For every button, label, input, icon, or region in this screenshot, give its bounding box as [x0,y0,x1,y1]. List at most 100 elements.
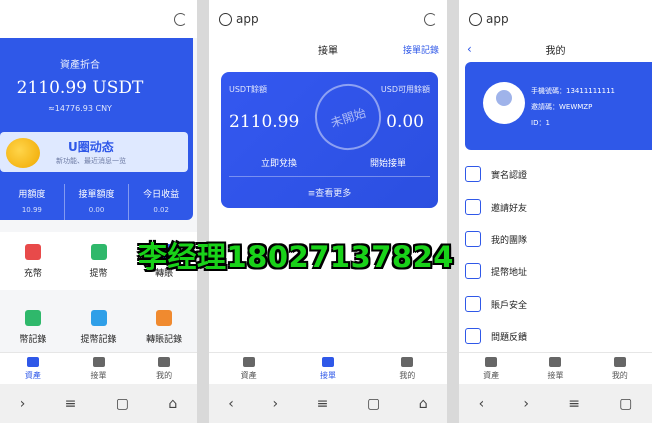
menu-item-invite[interactable]: 邀請好友 [459,194,652,220]
tab-orders[interactable]: 接單 [523,353,587,385]
user-id: ID：1 [531,119,550,127]
start-order-button[interactable]: 開始接單 [370,156,406,169]
tab-assets[interactable]: 資產 [209,353,288,385]
home-icon[interactable]: ⌂ [419,396,428,412]
order-screen: app 接單 接單記錄 USDT餘額 USD可用餘額 未開始 2110.99 0… [209,0,447,423]
id-card-icon [465,166,481,182]
orders-icon [92,357,105,367]
assets-screen: app 資產折合 2110.99 USDT ≈14776.93 CNY U圈动态… [0,0,197,423]
tab-bar: 資產 接單 我的 [0,352,197,385]
assets-value: 2110.99 USDT [16,78,144,98]
assets-title: 資產折合 [60,60,100,71]
tab-bar: 資產 接單 我的 [459,352,652,385]
layers-icon [242,357,255,367]
team-icon [465,231,481,247]
deposit-record-button[interactable]: 幣記錄 [0,302,66,352]
reload-icon[interactable] [174,12,187,26]
forward-icon[interactable]: › [523,396,529,412]
banner-subtitle: 新功能、最近消息一览 [56,157,126,165]
view-more-link[interactable]: ≡查看更多 [221,186,438,199]
profile-screen: app ‹ 我的 手機號碼：13411111111 邀請碼：WEWMZP ID：… [459,0,652,423]
avatar[interactable] [483,82,525,124]
usd-available-value: 0.00 [386,112,424,132]
menu-icon[interactable]: ≡ [65,396,77,412]
refresh-icon [465,263,481,279]
status-stamp: 未開始 [306,75,390,159]
reload-icon[interactable] [424,12,437,26]
forward-icon[interactable]: › [20,396,26,412]
withdraw-record-button[interactable]: 提幣記錄 [66,302,132,352]
tab-mine[interactable]: 我的 [368,353,447,385]
menu-item-address[interactable]: 提幣地址 [459,258,652,284]
orders-icon [321,357,334,367]
invite-code: 邀請碼：WEWMZP [531,103,593,111]
layers-icon [26,357,39,367]
tab-assets[interactable]: 資產 [459,353,523,385]
usd-available-label: USD可用餘額 [380,85,430,94]
transfer-record-icon [156,309,173,326]
deposit-icon [24,243,41,260]
status-bar: app [209,0,447,38]
menu-item-security[interactable]: 賬戶安全 [459,291,652,317]
app-label: app [236,12,259,26]
stats-row: 用額度 10.99 接單額度 0.00 今日收益 0.02 [0,184,193,220]
system-nav: ‹ › ≡ ▢ ⌂ [209,384,447,423]
exchange-button[interactable]: 立即兌換 [261,156,297,169]
assets-cny: ≈14776.93 CNY [48,104,112,113]
assets-card: 資產折合 2110.99 USDT ≈14776.93 CNY U圈动态 新功能… [0,38,193,220]
stat-item: 今日收益 0.02 [143,190,180,214]
system-nav: ‹ › ≡ ▢ [459,384,652,423]
tab-orders[interactable]: 接單 [66,353,132,385]
tabs-icon[interactable]: ▢ [619,396,632,412]
overlay-watermark-text: 李经理18027137824 [138,240,454,274]
page-title: 接單 [318,45,338,57]
user-icon [158,357,171,367]
tabs-icon[interactable]: ▢ [367,396,380,412]
menu-icon[interactable]: ≡ [317,396,329,412]
app-label: app [486,12,509,26]
user-icon [401,357,414,367]
stat-item: 用額度 10.99 [0,184,65,220]
back-icon[interactable]: ‹ [228,396,234,412]
menu-icon[interactable]: ≡ [568,396,580,412]
add-user-icon [465,199,481,215]
tab-orders[interactable]: 接單 [288,353,367,385]
deposit-record-icon [24,309,41,326]
user-icon [613,357,626,367]
deposit-button[interactable]: 充幣 [0,232,66,290]
question-icon [465,328,481,344]
status-bar: app [459,0,652,38]
tab-mine[interactable]: 我的 [588,353,652,385]
tab-mine[interactable]: 我的 [131,353,197,385]
forward-icon[interactable]: › [272,396,278,412]
tab-bar: 資產 接單 我的 [209,352,447,385]
status-bar: app [0,0,197,38]
banner-title: U圈动态 [68,140,114,154]
profile-card: 手機號碼：13411111111 邀請碼：WEWMZP ID：1 [465,62,652,150]
order-records-link[interactable]: 接單記錄 [403,43,439,56]
news-banner[interactable]: U圈动态 新功能、最近消息一览 [0,132,188,172]
usdt-balance-label: USDT餘額 [229,85,267,94]
menu-item-feedback[interactable]: 問題反饋 [459,323,652,349]
phone-number: 手機號碼：13411111111 [531,87,615,95]
record-grid: 幣記錄 提幣記錄 轉賬記錄 [0,302,197,352]
page-header: ‹ 我的 [459,38,652,60]
transfer-record-button[interactable]: 轉賬記錄 [131,302,197,352]
back-arrow-icon[interactable]: ‹ [467,42,472,56]
tab-assets[interactable]: 資產 [0,353,66,385]
page-title: 我的 [545,45,566,57]
tabs-icon[interactable]: ▢ [116,396,129,412]
withdraw-button[interactable]: 提幣 [66,232,132,290]
withdraw-record-icon [90,309,107,326]
layers-icon [485,357,498,367]
home-icon[interactable]: ⌂ [168,396,177,412]
menu-item-team[interactable]: 我的團隊 [459,226,652,252]
menu-item-verification[interactable]: 實名認證 [459,161,652,187]
order-card: USDT餘額 USD可用餘額 未開始 2110.99 0.00 立即兌換 開始接… [221,72,438,208]
globe-icon [219,12,232,26]
divider [229,176,430,177]
coin-illustration-icon [6,138,40,168]
back-icon[interactable]: ‹ [479,396,485,412]
security-icon [465,296,481,312]
usdt-balance-value: 2110.99 [229,112,300,132]
